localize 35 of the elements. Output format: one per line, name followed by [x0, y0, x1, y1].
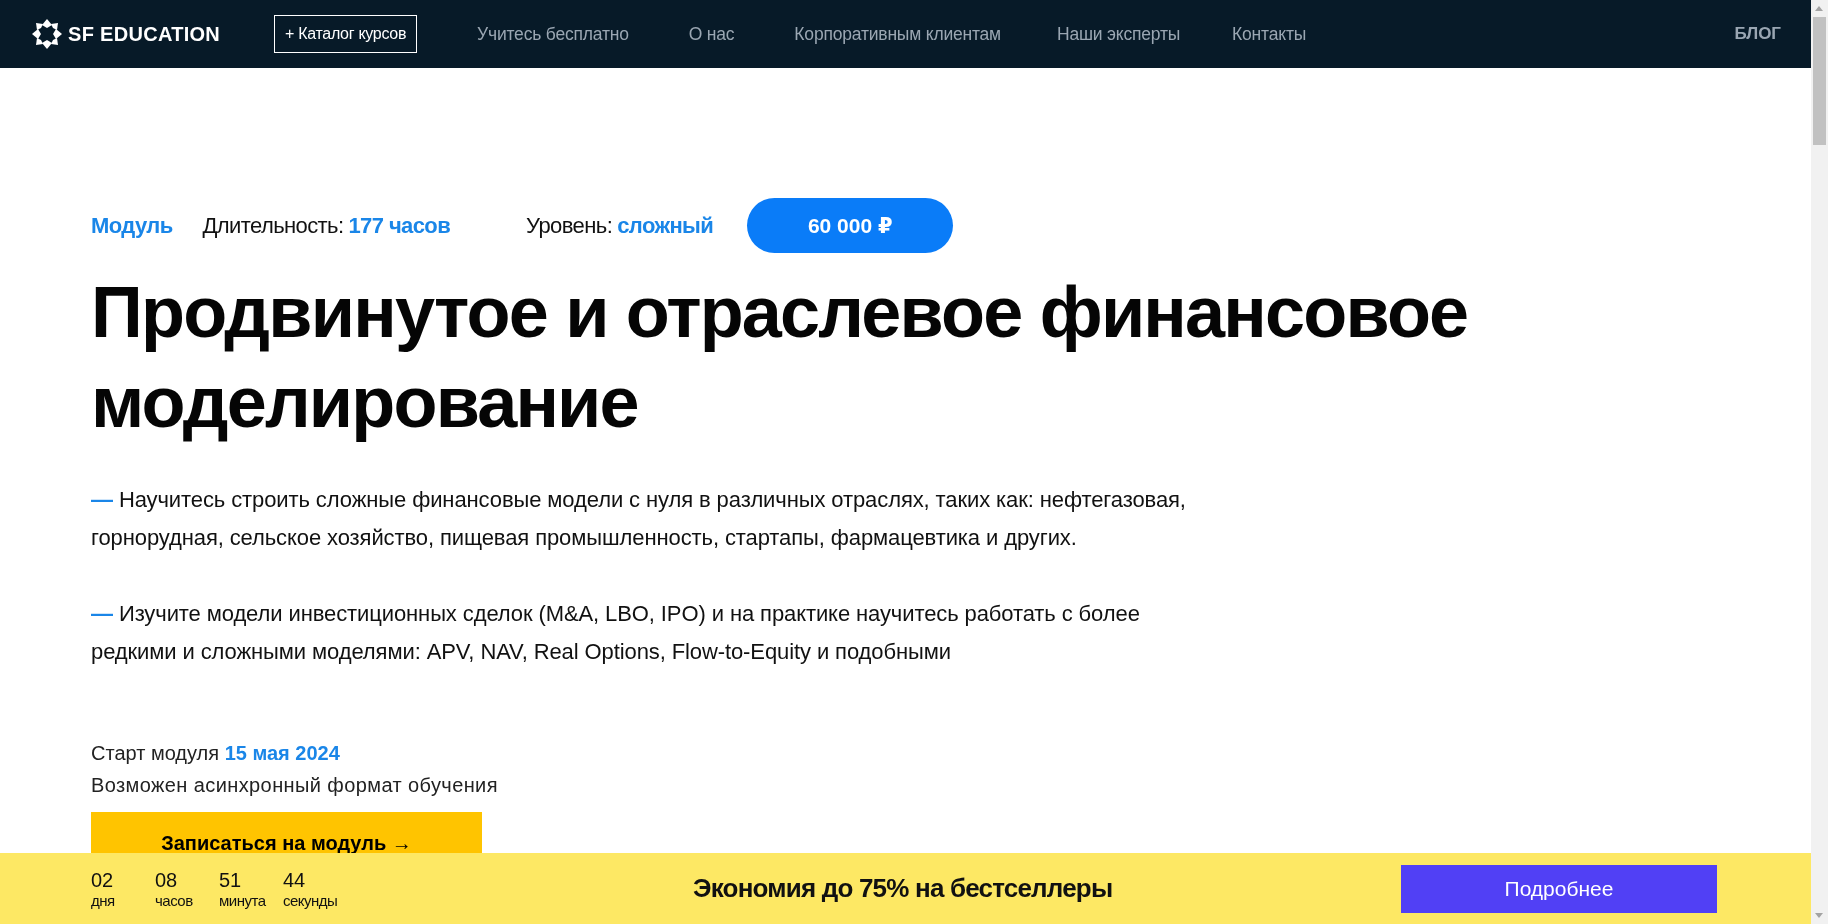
description-paragraph: — Изучите модели инвестиционных сделок (M&A, LBO, IPO) и на практике научитесь работать с более редкими и сложными моделями: APV, NAV, Real Options, Flow-to-Equity и подобными: [91, 600, 1141, 666]
countdown-unit: дня: [91, 891, 116, 909]
start-date: 15 мая 2024: [224, 742, 340, 764]
promo-text: Экономия до 75% на бестселлеры: [693, 873, 1113, 904]
description-paragraph: — Научитесь строить сложные финансовые модели с нуля в различных отраслях, таких как: нефтегазовая, горнорудная, сельское хозяйство, пищевая промышленность, стартапы, фармацевтика и других.: [91, 486, 1187, 552]
course-type: Модуль: [91, 212, 173, 239]
scroll-down-icon[interactable]: [1815, 913, 1823, 918]
price-button[interactable]: 60 000 ₽: [747, 198, 954, 253]
blog-link[interactable]: БЛОГ: [1734, 24, 1781, 44]
start-label: Старт модуля: [91, 742, 220, 764]
nav-link[interactable]: Учитесь бесплатно: [477, 23, 629, 45]
nav-link[interactable]: Наши эксперты: [1056, 23, 1181, 45]
countdown-value: 44: [283, 868, 307, 892]
course-title: Продвинутое и отраслевое финансовое моделирование: [91, 271, 1469, 444]
more-button[interactable]: Подробнее: [1401, 864, 1717, 913]
countdown-unit: минута: [219, 891, 267, 909]
nav-link[interactable]: Контакты: [1232, 23, 1307, 45]
format-note: Возможен асинхронный формат обучения: [91, 773, 499, 798]
countdown-value: 02: [91, 868, 115, 892]
level-label: Уровень:: [526, 212, 613, 239]
nav-link[interactable]: Корпоративным клиентам: [794, 23, 1001, 45]
countdown-value: 51: [219, 868, 243, 892]
logo-text[interactable]: SF EDUCATION: [68, 22, 221, 46]
countdown-unit: секунды: [283, 891, 338, 909]
duration-value: 177 часов: [348, 212, 451, 239]
catalog-button[interactable]: + Каталог курсов: [274, 15, 418, 53]
nav-link[interactable]: О нас: [688, 23, 735, 45]
level-value: сложный: [617, 212, 714, 239]
scroll-up-icon[interactable]: [1815, 6, 1823, 11]
scrollbar[interactable]: [1811, 0, 1828, 924]
logo-icon: [30, 17, 64, 51]
countdown-value: 08: [155, 868, 179, 892]
countdown-unit: часов: [155, 891, 194, 909]
duration-label: Длительность:: [202, 212, 344, 239]
scroll-thumb[interactable]: [1813, 17, 1826, 145]
